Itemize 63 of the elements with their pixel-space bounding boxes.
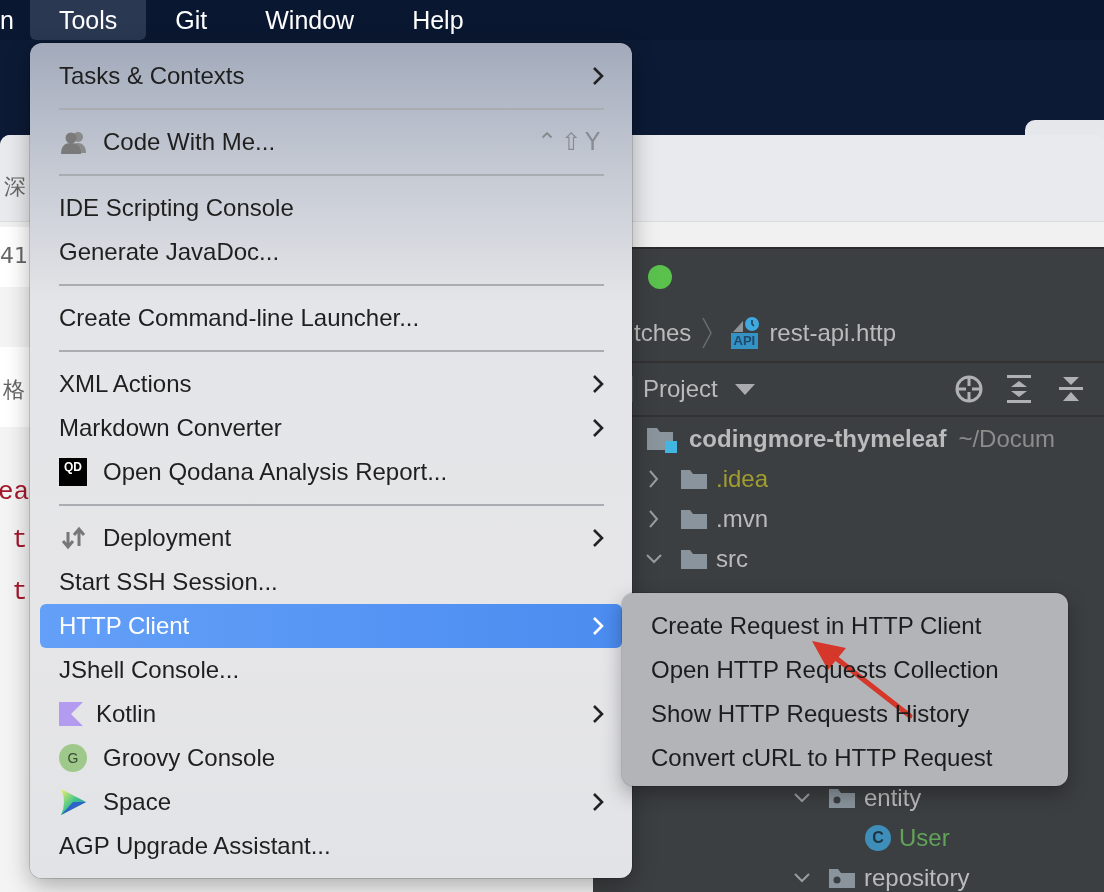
- submenu-chevron-icon: [592, 704, 604, 724]
- breadcrumb-item[interactable]: rest-api.http: [769, 319, 897, 347]
- dropdown-caret-icon[interactable]: [733, 382, 756, 396]
- tool-window-title[interactable]: Project: [643, 375, 718, 403]
- menu-item[interactable]: Tasks & Contexts: [40, 54, 622, 98]
- page-text: 41: [0, 243, 28, 268]
- menu-item[interactable]: QD Open Qodana Analysis Report...: [40, 450, 622, 494]
- tree-item[interactable]: repository: [864, 864, 970, 892]
- qodana-logo-icon: QD: [59, 458, 87, 486]
- folder-icon: [680, 507, 708, 531]
- tree-item[interactable]: src: [716, 545, 748, 573]
- menu-item[interactable]: AGP Upgrade Assistant...: [40, 824, 622, 868]
- menu-bar-item[interactable]: Help: [383, 0, 493, 40]
- window-zoom-button[interactable]: [648, 265, 672, 289]
- submenu-chevron-icon: [592, 616, 604, 636]
- page-text: 深: [4, 173, 26, 201]
- menu-bar-item[interactable]: Git: [146, 0, 237, 40]
- space-logo-icon: [59, 788, 87, 816]
- project-path: ~/Docum: [958, 425, 1056, 453]
- groovy-logo-icon: G: [59, 744, 87, 772]
- menu-bar-item[interactable]: n: [0, 0, 30, 40]
- tree-item[interactable]: codingmore-thymeleaf: [689, 425, 947, 453]
- menu-item[interactable]: Space: [40, 780, 622, 824]
- menu-item[interactable]: Create Request in HTTP Client: [632, 604, 1058, 648]
- breadcrumb-item[interactable]: tches: [634, 319, 692, 347]
- menu-item[interactable]: Create Command-line Launcher...: [40, 296, 622, 340]
- menu-item[interactable]: G Groovy Console: [40, 736, 622, 780]
- expand-all-icon[interactable]: [1006, 374, 1032, 404]
- menu-item[interactable]: Convert cURL to HTTP Request: [632, 736, 1058, 780]
- shortcut-text: ⌃⇧Y: [537, 128, 604, 156]
- breadcrumb-separator-icon: [701, 316, 714, 350]
- people-icon: [59, 130, 89, 154]
- menu-item[interactable]: Code With Me... ⌃⇧Y: [40, 120, 622, 164]
- collapse-all-icon[interactable]: [1058, 374, 1084, 404]
- locate-icon[interactable]: [954, 374, 984, 404]
- menu-item[interactable]: IDE Scripting Console: [40, 186, 622, 230]
- menu-item[interactable]: JShell Console...: [40, 648, 622, 692]
- menu-item[interactable]: XML Actions: [40, 362, 622, 406]
- folder-icon: [680, 467, 708, 491]
- tree-item[interactable]: .idea: [716, 465, 769, 493]
- submenu-chevron-icon: [592, 374, 604, 394]
- menu-item[interactable]: Deployment: [40, 516, 622, 560]
- menu-item[interactable]: Markdown Converter: [40, 406, 622, 450]
- menu-bar-item[interactable]: Tools: [29, 0, 147, 40]
- menu-item[interactable]: Show HTTP Requests History: [632, 692, 1058, 736]
- submenu-chevron-icon: [592, 66, 604, 86]
- menu-item[interactable]: Start SSH Session...: [40, 560, 622, 604]
- submenu-chevron-icon: [592, 418, 604, 438]
- kotlin-icon: [59, 702, 83, 726]
- menu-item[interactable]: Kotlin: [40, 692, 622, 736]
- class-icon: C: [865, 825, 891, 851]
- code-text: t: [12, 577, 28, 607]
- code-text: ea: [0, 477, 30, 507]
- folder-icon: [680, 547, 708, 571]
- package-icon: [828, 786, 856, 810]
- menu-bar-item[interactable]: Window: [236, 0, 384, 40]
- submenu-chevron-icon: [592, 528, 604, 548]
- submenu-chevron-icon: [592, 792, 604, 812]
- tree-item[interactable]: .mvn: [716, 505, 768, 533]
- menu-item[interactable]: Generate JavaDoc...: [40, 230, 622, 274]
- page-text: 格: [3, 376, 25, 404]
- code-text: t: [12, 525, 28, 555]
- tree-item[interactable]: entity: [864, 784, 922, 812]
